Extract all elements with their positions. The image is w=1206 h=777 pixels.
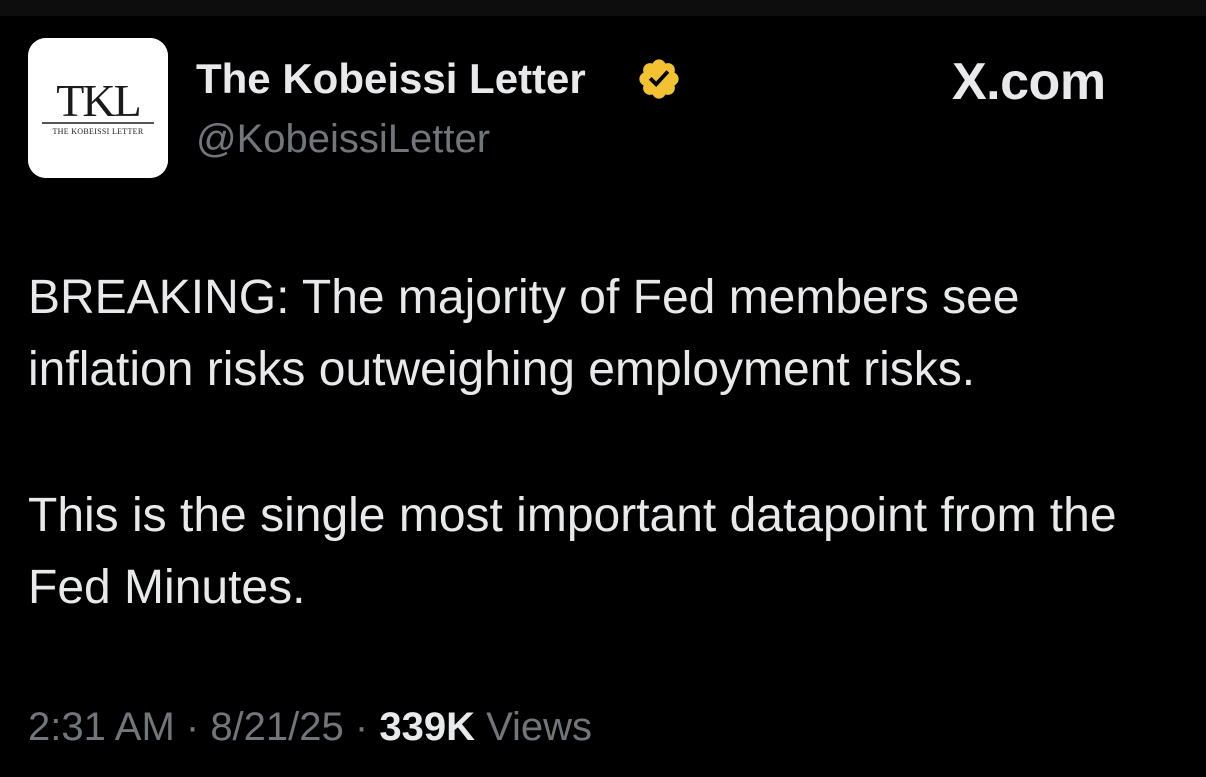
avatar[interactable]: TKL THE KOBEISSI LETTER: [28, 38, 168, 178]
views-count: 339K: [379, 705, 475, 749]
views-label: Views: [474, 705, 593, 749]
tweet-date[interactable]: 8/21/25: [210, 705, 343, 749]
tweet-paragraph: BREAKING: The majority of Fed members se…: [28, 271, 1020, 396]
brand-watermark: X.com: [952, 53, 1106, 111]
meta-separator: ·: [174, 705, 211, 749]
tweet-meta: 2:31 AM · 8/21/25 · 339K Views: [28, 702, 592, 752]
tweet-paragraph: This is the single most important datapo…: [28, 489, 1117, 614]
tweet-text: BREAKING: The majority of Fed members se…: [28, 262, 1178, 624]
svg-text:THE KOBEISSI LETTER: THE KOBEISSI LETTER: [52, 127, 143, 136]
tweet-time[interactable]: 2:31 AM: [28, 705, 175, 749]
verified-badge-icon: [639, 59, 679, 99]
svg-text:TKL: TKL: [56, 75, 139, 126]
kobeissi-logo-icon: TKL THE KOBEISSI LETTER: [28, 38, 168, 178]
display-name[interactable]: The Kobeissi Letter: [196, 54, 586, 104]
handle[interactable]: @KobeissiLetter: [196, 115, 490, 163]
top-edge-bar: [0, 0, 1206, 16]
meta-separator: ·: [343, 705, 380, 749]
